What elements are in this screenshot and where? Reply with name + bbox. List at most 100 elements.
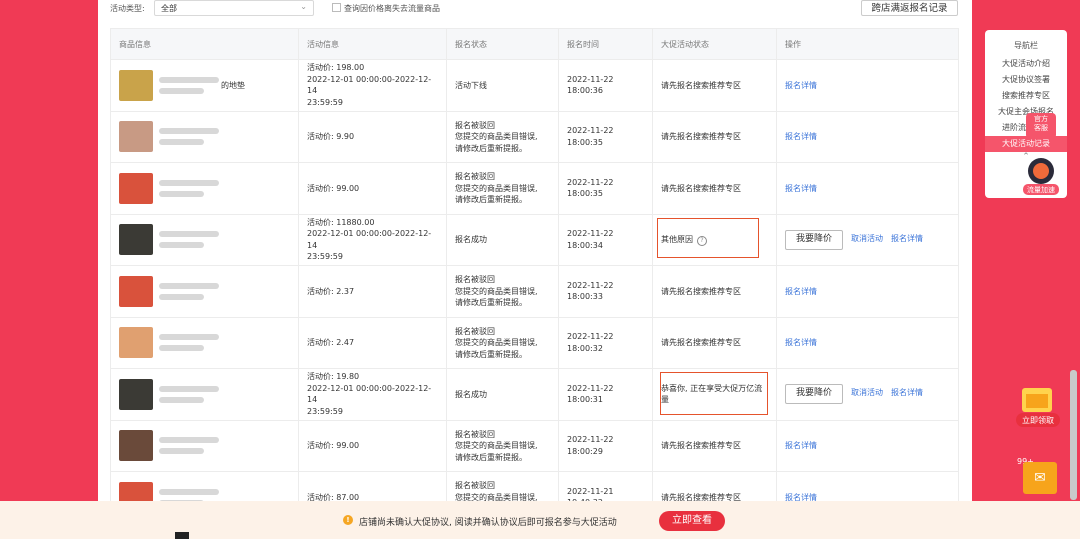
promo-status-cell: 请先报名搜索推荐专区 [652, 316, 777, 369]
sidenav-item[interactable]: 搜索推荐专区 [985, 88, 1067, 104]
lower-price-button[interactable]: 我要降价 [785, 229, 843, 250]
promo-status-text: 请先报名搜索推荐专区 [661, 80, 741, 90]
gift-label: 立即领取 [1022, 416, 1054, 425]
product-cell: 的地垫 [110, 59, 299, 112]
registration-detail-link[interactable]: 报名详情 [785, 132, 817, 141]
product-thumbnail[interactable] [119, 275, 153, 307]
promo-status-text: 请先报名搜索推荐专区 [661, 441, 741, 450]
activity-type-select[interactable]: 全部 ⌄ [154, 0, 314, 16]
status-line: 报名被驳回 [455, 326, 495, 336]
flow-boost-label: 流量加速 [1027, 186, 1055, 194]
product-title-redacted [159, 381, 219, 408]
product-cell [110, 162, 299, 215]
activity-cell: 活动价: 99.00 [298, 419, 447, 472]
registration-time: 2022-11-22 18:00:35 [558, 110, 653, 163]
price-loss-checkbox[interactable] [332, 3, 341, 12]
gift-widget[interactable]: 立即领取 [1012, 384, 1064, 430]
status-cell: 报名被驳回您提交的商品类目错误, 请修改后重新提报。 [446, 110, 559, 163]
sidenav-item[interactable]: 大促协议签署 [985, 72, 1067, 88]
activity-line: 活动价: 198.00 [307, 63, 365, 73]
product-title-redacted [159, 226, 219, 253]
status-cell: 报名成功 [446, 368, 559, 421]
registration-detail-link[interactable]: 报名详情 [785, 81, 817, 90]
activity-cell: 活动价: 99.00 [298, 162, 447, 215]
cancel-activity-link[interactable]: 取消活动 [851, 234, 883, 243]
view-now-button[interactable]: 立即查看 [659, 511, 725, 531]
activity-line: 2022-12-01 00:00:00-2022-12-14 [307, 383, 432, 405]
activity-cell: 活动价: 198.00 2022-12-01 00:00:00-2022-12-1… [298, 59, 447, 112]
activity-line: 23:59:59 [307, 252, 343, 262]
sidenav-item[interactable]: 大促活动介绍 [985, 56, 1067, 72]
scrollbar[interactable] [1070, 370, 1077, 500]
product-cell [110, 368, 299, 421]
header-promo-status: 大促活动状态 [652, 28, 777, 60]
registration-detail-link[interactable]: 报名详情 [785, 441, 817, 450]
cancel-activity-link[interactable]: 取消活动 [851, 388, 883, 397]
lower-price-button[interactable]: 我要降价 [785, 384, 843, 405]
status-line: 报名被驳回 [455, 120, 495, 130]
header-product: 商品信息 [110, 28, 299, 60]
promo-status-text: 请先报名搜索推荐专区 [661, 338, 741, 347]
registration-detail-link[interactable]: 报名详情 [785, 287, 817, 296]
warning-icon: ! [343, 515, 353, 525]
status-line: 请修改后重新提报。 [455, 452, 527, 462]
activity-line: 活动价: 2.47 [307, 338, 355, 347]
status-line: 报名成功 [455, 235, 487, 244]
registration-detail-link[interactable]: 报名详情 [891, 388, 923, 397]
registration-time: 2022-11-22 18:00:35 [558, 162, 653, 215]
activity-cell: 活动价: 2.37 [298, 265, 447, 318]
table-row: 的地垫 活动价: 198.00 2022-12-01 00:00:00-2022-1… [110, 59, 959, 112]
activity-line: 活动价: 99.00 [307, 441, 360, 450]
operations-cell: 报名详情 [776, 419, 959, 472]
product-thumbnail[interactable] [119, 327, 153, 359]
status-line: 请修改后重新提报。 [455, 143, 527, 153]
operations-cell: 报名详情 [776, 110, 959, 163]
product-thumbnail[interactable] [119, 378, 153, 410]
status-cell: 报名被驳回您提交的商品类目错误, 请修改后重新提报。 [446, 162, 559, 215]
activity-line: 23:59:59 [307, 406, 343, 416]
product-thumbnail[interactable] [119, 69, 153, 101]
activity-line: 2022-12-01 00:00:00-2022-12-14 [307, 74, 432, 96]
highlight-box-enjoying-traffic [660, 372, 768, 415]
product-cell [110, 316, 299, 369]
status-cell: 报名被驳回您提交的商品类目错误, 请修改后重新提报。 [446, 419, 559, 472]
flow-boost-widget[interactable]: 流量加速 [1020, 155, 1062, 199]
status-line: 您提交的商品类目错误, [455, 286, 538, 296]
official-service-button[interactable]: 官方 客服 [1026, 113, 1056, 139]
chevron-down-icon: ⌄ [300, 2, 307, 11]
registration-time: 2022-11-22 18:00:33 [558, 265, 653, 318]
table-row: 活动价: 9.90 报名被驳回您提交的商品类目错误, 请修改后重新提报。 2022-1… [110, 110, 959, 163]
registration-detail-link[interactable]: 报名详情 [785, 338, 817, 347]
product-thumbnail[interactable] [119, 224, 153, 256]
registration-detail-link[interactable]: 报名详情 [891, 234, 923, 243]
operations-cell: 报名详情 [776, 265, 959, 318]
registration-time: 2022-11-22 18:00:31 [558, 368, 653, 421]
promo-status-text: 请先报名搜索推荐专区 [661, 286, 741, 296]
cross-store-record-button[interactable]: 跨店满返报名记录 [861, 0, 958, 16]
registration-time: 2022-11-22 18:00:29 [558, 419, 653, 472]
mail-icon[interactable]: ✉ [1023, 462, 1057, 494]
promo-status-cell: 请先报名搜索推荐专区 [652, 162, 777, 215]
status-line: 请修改后重新提报。 [455, 349, 527, 359]
registration-detail-link[interactable]: 报名详情 [785, 184, 817, 193]
status-cell: 报名被驳回您提交的商品类目错误, 请修改后重新提报。 [446, 265, 559, 318]
activity-cell: 活动价: 2.47 [298, 316, 447, 369]
status-line: 报名被驳回 [455, 429, 495, 439]
sidenav-title: 导航栏 [1014, 41, 1038, 50]
sidenav-item[interactable]: 大促活动记录 [985, 136, 1067, 152]
table-row: 活动价: 11880.00 2022-12-01 00:00:00-2022-12… [110, 213, 959, 266]
product-cell [110, 265, 299, 318]
notice-bar: ! 店铺尚未确认大促协议, 阅读并确认协议后即可报名参与大促活动 立即查看 [0, 501, 1080, 539]
status-line: 报名被驳回 [455, 172, 495, 181]
header-time: 报名时间 [558, 28, 653, 60]
table-row: 活动价: 99.00 报名被驳回 您提交的商品类目错误, 请修改后重新提报。 2022-… [110, 162, 959, 215]
product-thumbnail[interactable] [119, 121, 153, 153]
product-thumbnail[interactable] [119, 430, 153, 462]
header-operations: 操作 [776, 28, 959, 60]
product-thumbnail[interactable] [119, 172, 153, 204]
product-title-redacted [159, 432, 219, 459]
status-line: 您提交的商品类目错误, [455, 132, 538, 141]
activity-line: 活动价: 99.00 [307, 183, 360, 193]
activity-cell: 活动价: 9.90 [298, 110, 447, 163]
promo-status-cell: 请先报名搜索推荐专区 [652, 59, 777, 112]
